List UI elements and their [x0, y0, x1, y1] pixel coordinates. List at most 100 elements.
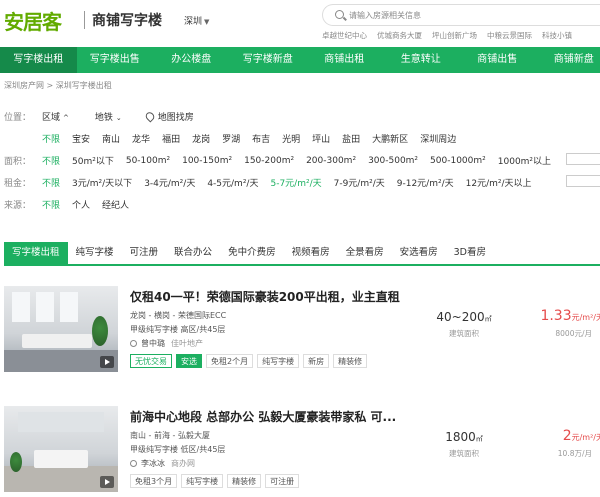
city-selector[interactable]: 深圳 ▼: [184, 14, 209, 27]
district-option[interactable]: 大鹏新区: [372, 132, 408, 145]
area-option[interactable]: 100-150m²: [182, 156, 232, 166]
price-unit: 元/m²/天: [571, 433, 600, 442]
area-option[interactable]: 50m²以下: [72, 154, 114, 167]
price-value: 1.33: [540, 308, 572, 324]
rent-option[interactable]: 7-9元/m²/天: [334, 176, 385, 189]
nav-business-transfer[interactable]: 生意转让: [383, 47, 460, 73]
rent-option[interactable]: 4-5元/m²/天: [207, 176, 258, 189]
district-option[interactable]: 宝安: [72, 132, 90, 145]
listing-agent: 李冰冰 商办网: [130, 458, 195, 469]
tag: 免租2个月: [206, 354, 254, 368]
listing-location[interactable]: 龙岗 - 横岗 - 荣德国际ECC: [130, 310, 226, 321]
nav-shop-rent[interactable]: 商铺出租: [306, 47, 383, 73]
listing-tags: 无忧交易 安选 免租2个月 纯写字楼 新房 精装修: [130, 354, 368, 368]
hot-link[interactable]: 科技小镇: [542, 30, 572, 41]
tab-panorama[interactable]: 全景看房: [338, 242, 392, 264]
listing-title[interactable]: 仅租40一平！荣德国际豪装200平出租，业主直租: [130, 288, 400, 305]
filter-label: 来源：: [4, 201, 32, 211]
tab-coworking[interactable]: 联合办公: [166, 242, 220, 264]
tab-region[interactable]: 区域 ^: [42, 110, 69, 123]
tag: 精装修: [333, 354, 368, 368]
tab-metro[interactable]: 地铁 ⌄: [95, 110, 122, 123]
tag: 免租3个月: [130, 474, 178, 488]
tab-video-tour[interactable]: 视频看房: [284, 242, 338, 264]
map-search-link[interactable]: 地图找房: [143, 110, 194, 123]
video-play-icon: [100, 476, 114, 488]
rent-option[interactable]: 3元/m²/天以下: [72, 176, 132, 189]
filter-rent: 租金： 不限 3元/m²/天以下 3-4元/m²/天 4-5元/m²/天 5-7…: [4, 176, 544, 189]
area-label: 建筑面积: [449, 329, 479, 338]
rent-option[interactable]: 3-4元/m²/天: [144, 176, 195, 189]
tab-pure-office[interactable]: 纯写字楼: [68, 242, 122, 264]
source-option[interactable]: 个人: [72, 198, 90, 211]
listing-tags: 免租3个月 纯写字楼 精装修 可注册: [130, 474, 300, 488]
tag: 精装修: [227, 474, 262, 488]
nav-shop-sale[interactable]: 商铺出售: [459, 47, 536, 73]
area-option[interactable]: 200-300m²: [306, 156, 356, 166]
rent-min-input[interactable]: [566, 175, 600, 187]
hot-link[interactable]: 中粮云景国际: [487, 30, 532, 41]
area-option[interactable]: 150-200m²: [244, 156, 294, 166]
agent-name: 李冰冰: [141, 459, 165, 468]
breadcrumb[interactable]: 深圳房产网 > 深圳写字楼出租: [4, 80, 112, 91]
area-min-input[interactable]: [566, 153, 600, 165]
rent-option[interactable]: 9-12元/m²/天: [397, 176, 454, 189]
nav-office-new[interactable]: 写字楼新盘: [230, 47, 307, 73]
area-option[interactable]: 300-500m²: [368, 156, 418, 166]
photo-window: [12, 292, 30, 322]
district-option[interactable]: 布吉: [252, 132, 270, 145]
search-box[interactable]: 请输入房源相关信息: [322, 4, 600, 26]
tab-metro-label: 地铁: [94, 113, 113, 123]
price-monthly: 8000元/月: [555, 329, 592, 338]
listing-location[interactable]: 南山 - 前海 - 弘毅大厦: [130, 430, 210, 441]
tab-no-fee[interactable]: 免中介费房: [220, 242, 284, 264]
district-option[interactable]: 龙岗: [192, 132, 210, 145]
tab-anxuan[interactable]: 安选看房: [392, 242, 446, 264]
listing-area: 1800㎡ 建筑面积: [424, 430, 504, 459]
logo[interactable]: 安居客: [4, 6, 62, 35]
area-unit: ㎡: [475, 435, 483, 443]
chevron-down-icon: ▼: [204, 18, 210, 26]
listing-photo[interactable]: [4, 286, 118, 372]
tab-registrable[interactable]: 可注册: [122, 242, 167, 264]
filter-label: 位置：: [4, 113, 32, 123]
listing-photo[interactable]: [4, 406, 118, 492]
source-option[interactable]: 不限: [42, 198, 60, 211]
tab-office-rent[interactable]: 写字楼出租: [4, 242, 68, 264]
hot-link[interactable]: 坪山创新广场: [432, 30, 477, 41]
area-option[interactable]: 50-100m²: [126, 156, 170, 166]
area-option[interactable]: 500-1000m²: [430, 156, 486, 166]
district-option[interactable]: 南山: [102, 132, 120, 145]
district-option[interactable]: 福田: [162, 132, 180, 145]
price-unit: 元/m²/天: [571, 313, 600, 322]
listing-title[interactable]: 前海中心地段 总部办公 弘毅大厦豪装带家私 可...: [130, 408, 396, 425]
district-option[interactable]: 光明: [282, 132, 300, 145]
listing-agent: 曾中璐 佳叶地产: [130, 338, 203, 349]
nav-office-rent[interactable]: 写字楼出租: [0, 47, 77, 73]
listing-meta: 甲级纯写字楼 低区/共45层: [130, 445, 226, 454]
nav-office-buildings[interactable]: 办公楼盘: [153, 47, 230, 73]
district-option[interactable]: 龙华: [132, 132, 150, 145]
district-option[interactable]: 盐田: [342, 132, 360, 145]
district-option[interactable]: 深圳周边: [420, 132, 456, 145]
city-name: 深圳: [184, 17, 203, 27]
district-option[interactable]: 不限: [42, 132, 60, 145]
area-unit: ㎡: [484, 315, 492, 323]
district-option[interactable]: 坪山: [312, 132, 330, 145]
area-option[interactable]: 1000m²以上: [498, 154, 551, 167]
area-option[interactable]: 不限: [42, 154, 60, 167]
site-subtitle[interactable]: 商铺写字楼: [92, 10, 162, 30]
nav-office-sale[interactable]: 写字楼出售: [77, 47, 154, 73]
rent-option[interactable]: 5-7元/m²/天: [270, 176, 321, 189]
tab-3d-tour[interactable]: 3D看房: [446, 242, 494, 264]
search-icon: [335, 10, 344, 19]
area-value: 1800: [445, 430, 476, 444]
hot-link[interactable]: 优城商务大厦: [377, 30, 422, 41]
tag-anxuan: 安选: [176, 354, 202, 368]
rent-option[interactable]: 不限: [42, 176, 60, 189]
source-option[interactable]: 经纪人: [102, 198, 129, 211]
rent-option[interactable]: 12元/m²/天以上: [466, 176, 532, 189]
nav-shop-new[interactable]: 商铺新盘: [536, 47, 600, 73]
hot-link[interactable]: 卓越世纪中心: [322, 30, 367, 41]
district-option[interactable]: 罗湖: [222, 132, 240, 145]
